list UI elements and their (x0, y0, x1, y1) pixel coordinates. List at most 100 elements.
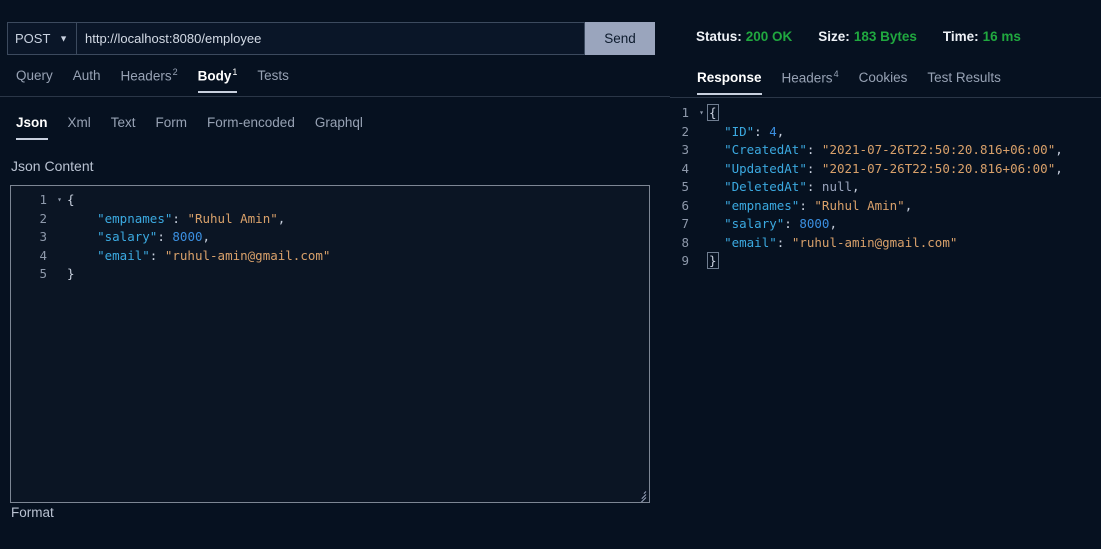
code-text: "salary": 8000, (97, 229, 211, 244)
tab-label: Auth (72, 68, 101, 83)
tab-query[interactable]: Query (6, 64, 63, 94)
response-panel: Status: 200 OK Size: 183 Bytes Time: 16 ms … (670, 0, 1101, 549)
line-number: 7 (681, 216, 689, 231)
json-content-editor[interactable]: 1 ▾{2 "empnames": "Ruhul Amin", 3 "salary"… (10, 185, 650, 503)
size-value: 183 Bytes (853, 29, 917, 44)
http-method-select[interactable]: POST ▼ (7, 22, 77, 55)
tab-auth[interactable]: Auth (63, 64, 111, 94)
tab-label: Body (197, 68, 232, 84)
line-number: 1 (681, 105, 689, 120)
tab-label: Query (16, 68, 53, 83)
response-tab-test-results[interactable]: Test Results (917, 66, 1011, 96)
json-content-label: Json Content (11, 158, 94, 174)
code-text: "empnames": "Ruhul Amin", (97, 210, 286, 226)
body-tab-form-encoded[interactable]: Form-encoded (197, 112, 305, 140)
response-tab-headers[interactable]: Headers4 (772, 66, 849, 96)
code-line: 5} (11, 265, 649, 284)
code-line: 2 "empnames": "Ruhul Amin", (11, 210, 649, 229)
time-label: Time: (942, 29, 979, 44)
line-number: 5 (681, 179, 689, 194)
body-tab-form[interactable]: Form (146, 112, 198, 140)
body-tab-xml[interactable]: Xml (58, 112, 101, 140)
line-number: 5 (39, 266, 47, 281)
url-input[interactable] (77, 22, 585, 55)
tab-badge: 4 (833, 69, 839, 79)
fold-arrow-icon[interactable]: ▾ (695, 104, 708, 123)
line-number: 8 (681, 234, 689, 250)
response-editor-lines: 1 ▾{2 "ID": 4, 3 "CreatedAt": "2021-07-26T… (670, 100, 1101, 271)
code-text: } (67, 266, 75, 281)
request-body-type-tabs: Json Xml Text Form Form-encoded Graphql (0, 112, 670, 142)
code-line: 4 "email": "ruhul-amin@gmail.com" (11, 247, 649, 266)
code-text: "empnames": "Ruhul Amin", (724, 197, 913, 213)
response-body-viewer[interactable]: 1 ▾{2 "ID": 4, 3 "CreatedAt": "2021-07-26T… (670, 100, 1101, 549)
tab-label: Headers (120, 68, 172, 84)
line-number: 4 (681, 160, 689, 176)
status-badge: Status: 200 OK (696, 29, 792, 44)
tab-label: Form (155, 115, 188, 130)
response-tab-cookies[interactable]: Cookies (849, 66, 918, 96)
code-text: "DeletedAt": null, (724, 179, 860, 194)
line-number: 9 (681, 253, 689, 268)
tab-body[interactable]: Body1 (188, 64, 248, 94)
response-tab-response[interactable]: Response (687, 66, 772, 96)
response-tabs: Response Headers4 Cookies Test Results (670, 66, 1101, 98)
tab-headers[interactable]: Headers2 (111, 64, 188, 94)
code-line: 6 "empnames": "Ruhul Amin", (670, 197, 1101, 216)
size-badge: Size: 183 Bytes (818, 29, 917, 44)
status-label: Status: (696, 29, 742, 44)
api-client-window: POST ▼ Send QueryAuthHeaders2Body1Tests … (0, 0, 1101, 549)
request-url-bar: POST ▼ Send (7, 22, 655, 55)
send-button[interactable]: Send (585, 22, 655, 55)
time-value: 16 ms (982, 29, 1021, 44)
code-text: "salary": 8000, (724, 216, 837, 231)
line-number: 3 (681, 142, 689, 157)
code-text: { (707, 104, 719, 121)
format-button[interactable]: Format (11, 505, 54, 520)
line-number: 1 (39, 192, 47, 207)
tab-label: Json (16, 115, 48, 130)
tab-label: Xml (67, 115, 91, 130)
tab-label: Graphql (314, 115, 363, 130)
code-text: "CreatedAt": "2021-07-26T22:50:20.816+06… (724, 142, 1063, 157)
body-tab-graphql[interactable]: Graphql (305, 112, 373, 140)
tab-label: Text (110, 115, 136, 130)
line-number: 6 (681, 197, 689, 213)
body-tab-text[interactable]: Text (101, 112, 146, 140)
line-number: 2 (681, 123, 689, 139)
resize-handle-icon[interactable] (634, 487, 648, 502)
fold-arrow-icon[interactable]: ▾ (53, 191, 66, 210)
request-tabs: Query Auth Headers2 Body1 Tests (0, 64, 670, 97)
body-tab-json[interactable]: Json (6, 112, 58, 140)
code-text: { (67, 192, 75, 207)
code-line: 8 "email": "ruhul-amin@gmail.com" (670, 234, 1101, 253)
tab-label: Headers (781, 70, 833, 86)
tab-tests[interactable]: Tests (247, 64, 299, 94)
tab-label: Form-encoded (207, 115, 295, 130)
status-value: 200 OK (745, 29, 793, 44)
code-text: "ID": 4, (724, 123, 785, 139)
code-line: 5 "DeletedAt": null, (670, 178, 1101, 197)
tab-label: Cookies (858, 70, 908, 85)
size-label: Size: (818, 29, 850, 44)
code-text: "email": "ruhul-amin@gmail.com" (724, 234, 958, 250)
code-text: "email": "ruhul-amin@gmail.com" (97, 247, 331, 263)
code-line: 3 "salary": 8000, (11, 228, 649, 247)
response-status-bar: Status: 200 OK Size: 183 Bytes Time: 16 ms (696, 29, 1047, 44)
time-badge: Time: 16 ms (943, 29, 1021, 44)
request-editor-lines: 1 ▾{2 "empnames": "Ruhul Amin", 3 "salary"… (11, 186, 649, 284)
line-number: 2 (39, 210, 47, 226)
tab-badge: 1 (232, 67, 238, 77)
tab-label: Tests (257, 68, 289, 83)
line-number: 4 (39, 247, 47, 263)
code-line: 4 "UpdatedAt": "2021-07-26T22:50:20.816+… (670, 160, 1101, 179)
